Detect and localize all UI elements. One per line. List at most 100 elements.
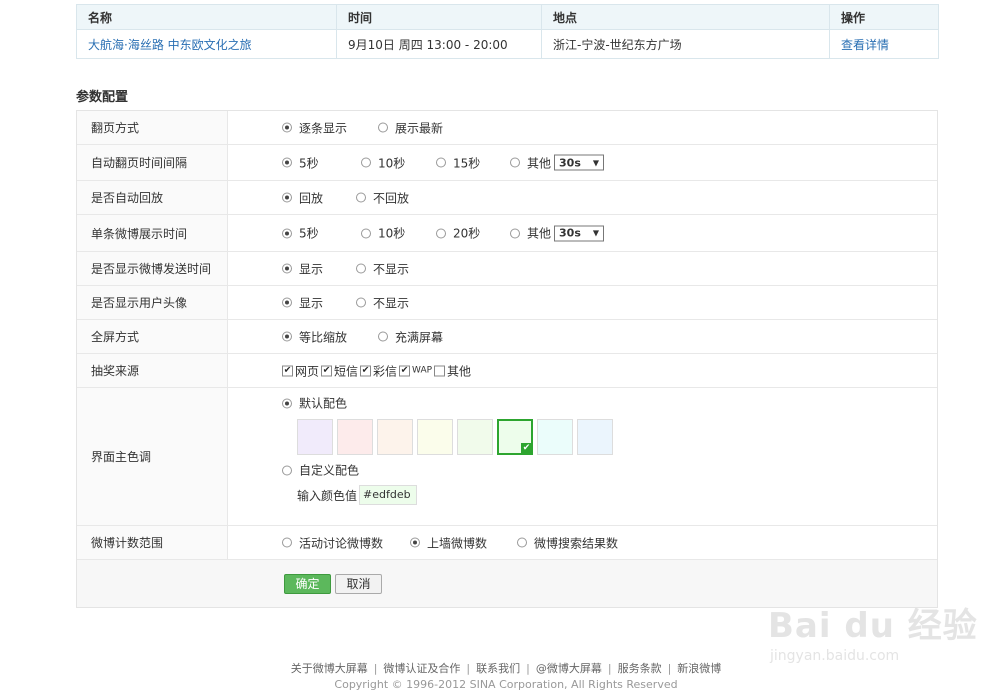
footer-link-about[interactable]: 关于微博大屏幕 (291, 662, 368, 675)
radio-single-10s[interactable]: 10秒 (361, 225, 405, 242)
radio-fullscreen-fill[interactable]: 充满屏幕 (378, 328, 443, 345)
row-label: 是否显示用户头像 (77, 286, 228, 319)
option-label: 10秒 (378, 226, 406, 241)
radio-circle[interactable] (410, 537, 420, 548)
chevron-down-icon: ▼ (592, 228, 600, 238)
radio-circle[interactable] (282, 398, 292, 408)
radio-circle[interactable] (436, 157, 446, 168)
radio-circle[interactable] (510, 157, 520, 168)
radio-page-mode-sequential[interactable]: 逐条显示 (282, 119, 347, 136)
checkbox-wap[interactable]: ✔ WAP (399, 365, 432, 376)
checkbox-sms[interactable]: ✔ 短信 (321, 362, 358, 379)
option-label: WAP (412, 365, 433, 376)
radio-circle[interactable] (282, 465, 292, 475)
footer-link-weibo[interactable]: 新浪微博 (677, 662, 721, 675)
radio-fullscreen-scale[interactable]: 等比缩放 (282, 328, 347, 345)
radio-circle[interactable] (282, 297, 292, 308)
radio-count-wall[interactable]: 上墙微博数 (410, 534, 487, 551)
option-label: 不显示 (373, 262, 410, 276)
footer-link-contact[interactable]: 联系我们 (476, 662, 520, 675)
color-swatch[interactable] (297, 419, 333, 455)
checkbox-box[interactable]: ✔ (321, 365, 333, 376)
row-single-time: 单条微博展示时间 5秒 10秒 20秒 其他 30s ▼ (77, 215, 937, 252)
radio-circle[interactable] (282, 263, 292, 274)
row-show-time: 是否显示微博发送时间 显示 不显示 (77, 252, 937, 286)
checkbox-mms[interactable]: ✔ 彩信 (360, 362, 397, 379)
radio-interval-10s[interactable]: 10秒 (361, 154, 405, 171)
radio-single-20s[interactable]: 20秒 (436, 225, 480, 242)
option-label: 15秒 (453, 156, 481, 170)
event-name-link[interactable]: 大航海·海丝路 中东欧文化之旅 (88, 38, 252, 52)
radio-count-search[interactable]: 微博搜索结果数 (517, 534, 618, 551)
radio-theme-default[interactable]: 默认配色 (282, 395, 347, 412)
color-swatch[interactable] (337, 419, 373, 455)
color-value-input[interactable]: #edfdeb (359, 485, 418, 505)
radio-avatar-yes[interactable]: 显示 (282, 294, 323, 311)
option-label: 自定义配色 (299, 463, 360, 478)
checkbox-box[interactable]: ✔ (360, 365, 372, 376)
confirm-button[interactable]: 确定 (284, 574, 331, 594)
row-value: 活动讨论微博数 上墙微博数 微博搜索结果数 (228, 526, 937, 559)
option-label: 其他 (447, 364, 472, 378)
color-swatch[interactable] (417, 419, 453, 455)
color-swatch[interactable] (457, 419, 493, 455)
checkbox-box[interactable]: ✔ (399, 365, 411, 376)
color-swatch[interactable] (577, 419, 613, 455)
radio-circle[interactable] (378, 331, 388, 342)
color-swatch[interactable] (537, 419, 573, 455)
radio-circle[interactable] (361, 228, 371, 238)
color-swatch-selected[interactable]: ✔ (497, 419, 533, 455)
radio-single-5s[interactable]: 5秒 (282, 225, 319, 242)
row-value: 显示 不显示 (228, 286, 937, 319)
checkbox-box[interactable] (434, 365, 446, 376)
footer-link-account[interactable]: @微博大屏幕 (536, 662, 602, 675)
radio-circle[interactable] (378, 122, 388, 133)
radio-circle[interactable] (282, 192, 292, 203)
option-label: 5秒 (299, 226, 319, 241)
radio-circle[interactable] (282, 537, 292, 548)
radio-replay-yes[interactable]: 回放 (282, 189, 323, 206)
radio-circle[interactable] (282, 157, 292, 168)
radio-page-mode-latest[interactable]: 展示最新 (378, 119, 443, 136)
radio-circle[interactable] (517, 537, 527, 548)
radio-circle[interactable] (510, 228, 520, 238)
footer-separator: | (607, 662, 612, 675)
radio-interval-other[interactable]: 其他 30s ▼ (510, 154, 605, 171)
radio-circle[interactable] (436, 228, 446, 238)
radio-circle[interactable] (356, 297, 366, 308)
radio-circle[interactable] (282, 331, 292, 342)
radio-circle[interactable] (282, 122, 292, 133)
radio-circle[interactable] (361, 157, 371, 168)
radio-interval-15s[interactable]: 15秒 (436, 154, 480, 171)
row-value: ✔ 网页 ✔ 短信 ✔ 彩信 ✔ WAP 其他 (228, 354, 937, 387)
checkbox-other[interactable]: 其他 (434, 362, 471, 379)
radio-circle[interactable] (282, 228, 292, 238)
radio-theme-custom[interactable]: 自定义配色 (282, 462, 359, 479)
interval-other-select[interactable]: 30s ▼ (554, 154, 605, 171)
row-count-range: 微博计数范围 活动讨论微博数 上墙微博数 微博搜索结果数 (77, 526, 937, 560)
row-label: 抽奖来源 (77, 354, 228, 387)
option-label: 活动讨论微博数 (299, 536, 384, 550)
radio-circle[interactable] (356, 192, 366, 203)
event-table-header: 名称 时间 地点 操作 (76, 4, 939, 30)
view-details-link[interactable]: 查看详情 (841, 38, 889, 52)
checkbox-web[interactable]: ✔ 网页 (282, 362, 319, 379)
radio-circle[interactable] (356, 263, 366, 274)
checkbox-box[interactable]: ✔ (282, 365, 293, 376)
radio-count-discussion[interactable]: 活动讨论微博数 (282, 534, 383, 551)
radio-replay-no[interactable]: 不回放 (356, 189, 409, 206)
header-name: 名称 (76, 4, 337, 30)
radio-avatar-no[interactable]: 不显示 (356, 294, 409, 311)
radio-show-time-yes[interactable]: 显示 (282, 260, 323, 277)
footer-link-terms[interactable]: 服务条款 (618, 662, 662, 675)
color-input-wrap: #edfdeb (359, 485, 418, 505)
option-label: 10秒 (378, 156, 406, 170)
option-label: 显示 (299, 296, 324, 310)
radio-single-other[interactable]: 其他 30s ▼ (510, 225, 605, 242)
color-swatch[interactable] (377, 419, 413, 455)
footer-link-verify[interactable]: 微博认证及合作 (383, 662, 460, 675)
radio-show-time-no[interactable]: 不显示 (356, 260, 409, 277)
cancel-button[interactable]: 取消 (335, 574, 382, 594)
single-other-select[interactable]: 30s ▼ (554, 225, 605, 241)
radio-interval-5s[interactable]: 5秒 (282, 154, 319, 171)
